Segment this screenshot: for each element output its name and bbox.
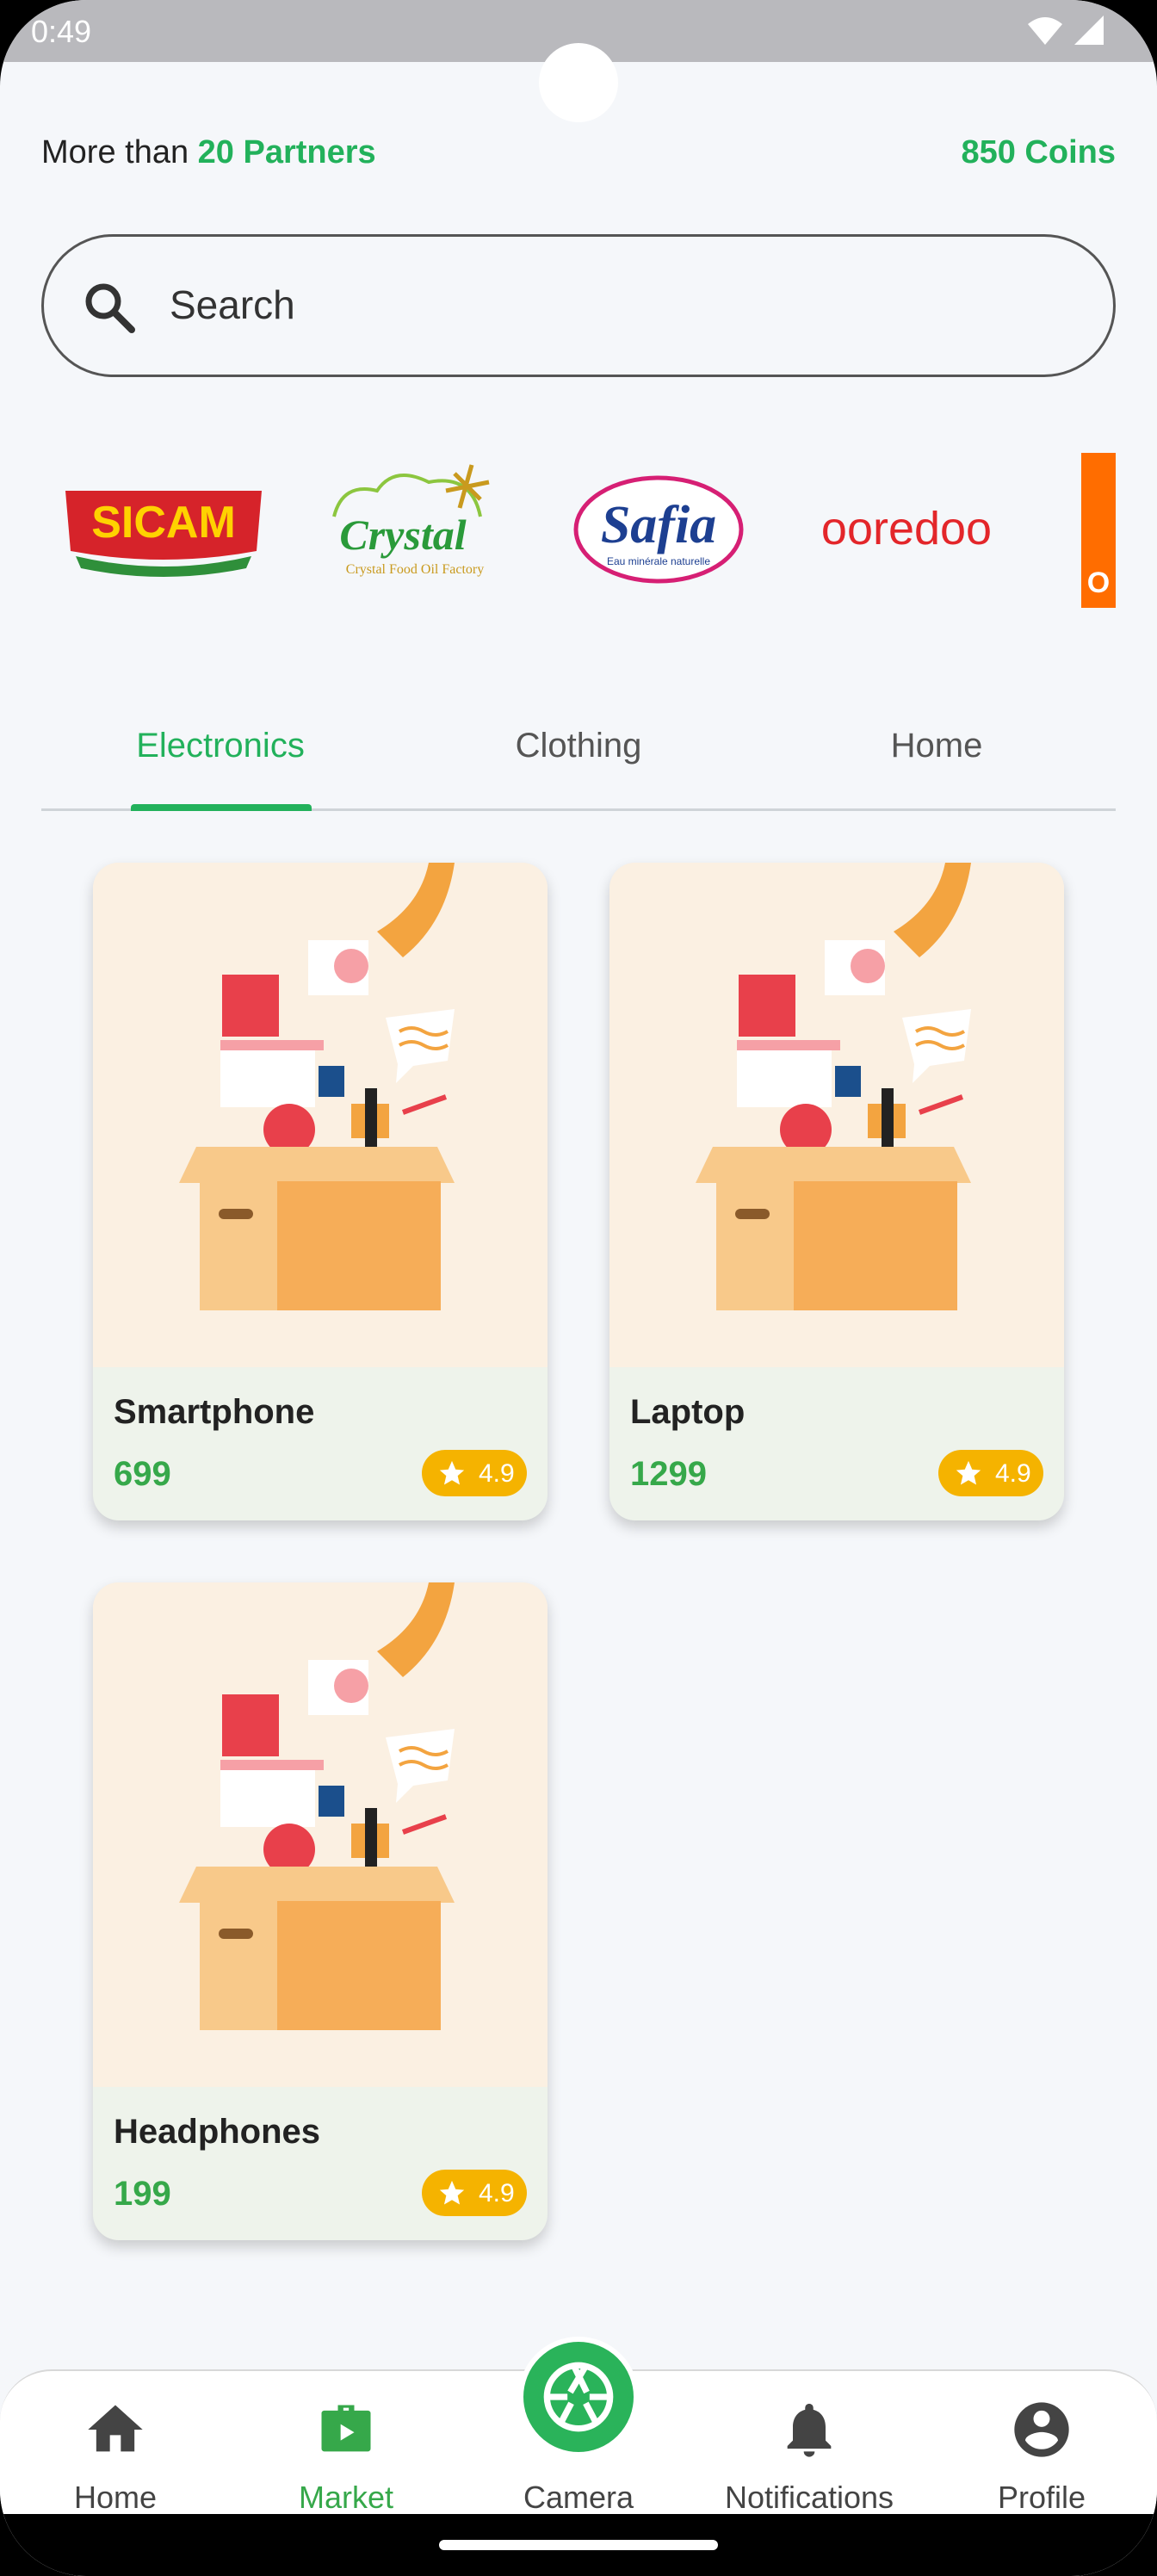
partner-crystal-text: Crystal xyxy=(339,511,466,559)
tab-home-label: Home xyxy=(890,727,983,765)
front-camera-cutout xyxy=(539,43,618,122)
partners-summary: More than 20 Partners xyxy=(41,134,376,171)
product-price: 699 xyxy=(114,1455,171,1493)
coins-balance: 850 Coins xyxy=(961,134,1116,170)
partner-logo-crystal[interactable]: Crystal Crystal Food Oil Factory xyxy=(308,448,515,611)
search-icon xyxy=(85,283,135,333)
product-card-smartphone[interactable]: Smartphone 699 4.9 xyxy=(93,863,548,1520)
nav-camera-label: Camera xyxy=(523,2480,634,2515)
partner-sicam-text: SICAM xyxy=(91,498,236,548)
product-image xyxy=(609,863,1064,1367)
partner-safia-text: Safia xyxy=(601,496,716,554)
nav-home-label: Home xyxy=(73,2480,158,2515)
rating-value: 4.9 xyxy=(479,1459,515,1488)
partner-logos-carousel[interactable]: SICAM Crystal Crystal Food Oil Factory S… xyxy=(41,448,1116,611)
product-image xyxy=(93,1582,548,2087)
product-card-headphones[interactable]: Headphones 199 4.9 xyxy=(93,1582,548,2240)
partners-count: 20 Partners xyxy=(197,134,376,170)
tab-clothing[interactable]: Clothing xyxy=(399,715,758,809)
product-name: Headphones xyxy=(114,2113,321,2151)
nav-profile-label: Profile xyxy=(997,2480,1086,2515)
tab-clothing-label: Clothing xyxy=(515,727,642,765)
partners-lead-text: More than xyxy=(41,134,198,170)
tab-electronics-label: Electronics xyxy=(136,727,305,765)
status-time: 0:49 xyxy=(31,14,92,49)
partner-logo-orange[interactable]: O xyxy=(1081,448,1116,611)
partner-crystal-subtext: Crystal Food Oil Factory xyxy=(346,562,484,577)
partner-logo-ooredoo[interactable]: ooredoo xyxy=(807,448,1005,611)
search-placeholder: Search xyxy=(170,282,295,327)
star-icon xyxy=(439,2180,465,2205)
product-name: Laptop xyxy=(630,1393,746,1431)
partner-logo-sicam[interactable]: SICAM xyxy=(62,448,265,611)
signal-icon xyxy=(1074,15,1104,45)
partner-safia-subtext: Eau minérale naturelle xyxy=(607,555,710,567)
category-tabs: Electronics Clothing Home xyxy=(41,715,1116,811)
nav-market[interactable]: Market xyxy=(231,2397,461,2526)
camera-button[interactable] xyxy=(518,2337,639,2457)
tab-home[interactable]: Home xyxy=(758,715,1116,809)
product-name: Smartphone xyxy=(114,1393,315,1431)
rating-badge: 4.9 xyxy=(422,1450,527,1496)
partner-orange-text: O xyxy=(1087,567,1110,599)
star-icon xyxy=(439,1460,465,1485)
nav-home[interactable]: Home xyxy=(0,2397,231,2526)
rating-value: 4.9 xyxy=(995,1459,1031,1488)
bell-icon xyxy=(787,2403,832,2457)
nav-notifications-label: Notifications xyxy=(724,2480,894,2515)
partner-logo-safia[interactable]: Safia Eau minérale naturelle xyxy=(568,448,749,611)
wifi-icon xyxy=(1028,17,1062,45)
profile-icon xyxy=(1014,2402,1069,2457)
home-icon xyxy=(88,2405,143,2452)
app-screen: 0:49 More than 20 Partners 850 Coins Sea… xyxy=(0,0,1157,2576)
product-price: 1299 xyxy=(630,1455,707,1493)
market-icon xyxy=(321,2405,371,2452)
active-tab-indicator xyxy=(131,804,312,811)
search-bar[interactable]: Search xyxy=(41,234,1116,377)
nav-profile[interactable]: Profile xyxy=(926,2397,1157,2526)
rating-value: 4.9 xyxy=(479,2179,515,2208)
status-icons xyxy=(1028,15,1104,45)
nav-market-label: Market xyxy=(298,2480,394,2515)
rating-badge: 4.9 xyxy=(422,2170,527,2216)
gesture-handle[interactable] xyxy=(439,2540,718,2550)
nav-notifications[interactable]: Notifications xyxy=(694,2397,925,2526)
star-icon xyxy=(956,1460,981,1485)
partner-ooredoo-text: ooredoo xyxy=(821,503,992,554)
header-row: More than 20 Partners 850 Coins xyxy=(41,134,1116,177)
tab-electronics[interactable]: Electronics xyxy=(41,715,399,811)
product-image xyxy=(93,863,548,1367)
rating-badge: 4.9 xyxy=(938,1450,1043,1496)
product-price: 199 xyxy=(114,2175,171,2213)
camera-shutter-icon xyxy=(543,2362,614,2432)
product-card-laptop[interactable]: Laptop 1299 4.9 xyxy=(609,863,1064,1520)
